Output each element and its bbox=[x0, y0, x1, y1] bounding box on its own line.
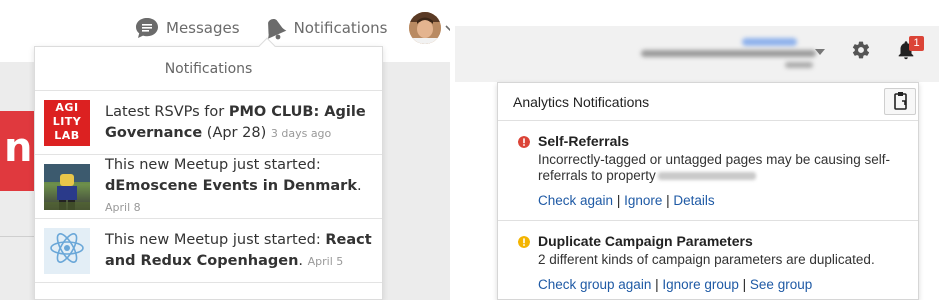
group-thumbnail bbox=[44, 163, 90, 210]
notification-text: This new Meetup just started: dEmoscene … bbox=[105, 155, 375, 218]
notification-suffix: (Apr 28) bbox=[202, 124, 267, 141]
item-description: 2 different kinds of campaign parameters… bbox=[538, 252, 875, 267]
group-thumbnail: AGI LITY LAB bbox=[44, 99, 90, 146]
notification-count-badge: 1 bbox=[909, 36, 924, 51]
meetup-screen: n Messages Notifications Notifications A… bbox=[0, 0, 450, 300]
profile-photo bbox=[409, 12, 442, 44]
ignore-link[interactable]: Ignore bbox=[624, 193, 662, 208]
item-description: Incorrectly-tagged or untagged pages may… bbox=[538, 152, 903, 184]
item-title: Self-Referrals bbox=[538, 133, 630, 149]
error-icon bbox=[518, 136, 530, 148]
chat-bubble-icon bbox=[136, 18, 158, 38]
thumb-line: LAB bbox=[54, 128, 80, 142]
item-title: Duplicate Campaign Parameters bbox=[538, 233, 753, 249]
notification-time: April 8 bbox=[105, 201, 141, 214]
messages-nav[interactable]: Messages bbox=[134, 15, 240, 41]
notification-prefix: This new Meetup just started: bbox=[105, 231, 326, 248]
details-link[interactable]: Details bbox=[673, 193, 714, 208]
analytics-notification-item: Self-Referrals Incorrectly-tagged or unt… bbox=[498, 121, 918, 221]
redacted-property-id bbox=[657, 172, 756, 181]
notification-group: dEmoscene Events in Denmark bbox=[105, 178, 357, 194]
analytics-screen: 1 Analytics Notifications Self-Referrals… bbox=[455, 0, 939, 300]
clipboard-button[interactable] bbox=[884, 88, 916, 115]
notification-time: April 5 bbox=[307, 254, 344, 268]
notifications-label: Notifications bbox=[293, 19, 388, 37]
check-group-again-link[interactable]: Check group again bbox=[538, 277, 651, 292]
react-logo-icon bbox=[44, 227, 90, 274]
notification-time: 3 days ago bbox=[270, 126, 332, 140]
notification-item[interactable]: This new Meetup just started: React and … bbox=[35, 219, 382, 283]
clipboard-icon bbox=[894, 92, 907, 110]
messages-label: Messages bbox=[166, 19, 240, 37]
banner-fragment: n bbox=[4, 125, 33, 171]
account-dropdown-icon[interactable] bbox=[815, 48, 825, 56]
notification-text: This new Meetup just started: React and … bbox=[105, 230, 375, 272]
check-again-link[interactable]: Check again bbox=[538, 193, 613, 208]
warning-icon bbox=[518, 236, 530, 248]
notification-prefix: This new Meetup just started: bbox=[105, 157, 321, 173]
lego-figure-image bbox=[44, 163, 90, 210]
avatar[interactable] bbox=[409, 12, 442, 44]
panel-title: Analytics Notifications bbox=[513, 94, 650, 110]
account-view-redacted bbox=[785, 62, 813, 68]
account-property-redacted[interactable] bbox=[641, 50, 816, 57]
notifications-dropdown: Notifications AGI LITY LAB Latest RSVPs … bbox=[34, 37, 383, 300]
analytics-notifications-panel: Analytics Notifications Self-Referrals I… bbox=[497, 82, 919, 300]
top-nav: Messages Notifications bbox=[134, 8, 450, 48]
notifications-nav[interactable]: Notifications bbox=[262, 15, 388, 41]
panel-header: Analytics Notifications bbox=[498, 83, 918, 121]
notification-text: Latest RSVPs for PMO CLUB: Agile Governa… bbox=[105, 102, 375, 144]
group-thumbnail bbox=[44, 227, 90, 274]
notification-suffix: . bbox=[298, 252, 304, 269]
item-actions: Check again | Ignore | Details bbox=[538, 193, 715, 208]
analytics-notification-item: Duplicate Campaign Parameters 2 differen… bbox=[498, 221, 918, 300]
notification-suffix: . bbox=[356, 178, 362, 194]
gear-icon[interactable] bbox=[851, 40, 871, 60]
notification-item[interactable]: This new Meetup just started: dEmoscene … bbox=[35, 155, 382, 219]
thumb-line: LITY bbox=[52, 114, 82, 128]
notification-item[interactable]: AGI LITY LAB Latest RSVPs for PMO CLUB: … bbox=[35, 91, 382, 155]
account-name-redacted[interactable] bbox=[742, 38, 797, 46]
dropdown-title: Notifications bbox=[35, 47, 382, 91]
item-actions: Check group again | Ignore group | See g… bbox=[538, 277, 813, 292]
see-group-link[interactable]: See group bbox=[750, 277, 812, 292]
ignore-group-link[interactable]: Ignore group bbox=[662, 277, 739, 292]
chevron-down-icon[interactable] bbox=[445, 23, 450, 33]
thumb-line: AGI bbox=[55, 100, 79, 114]
notification-prefix: Latest RSVPs for bbox=[105, 103, 229, 120]
